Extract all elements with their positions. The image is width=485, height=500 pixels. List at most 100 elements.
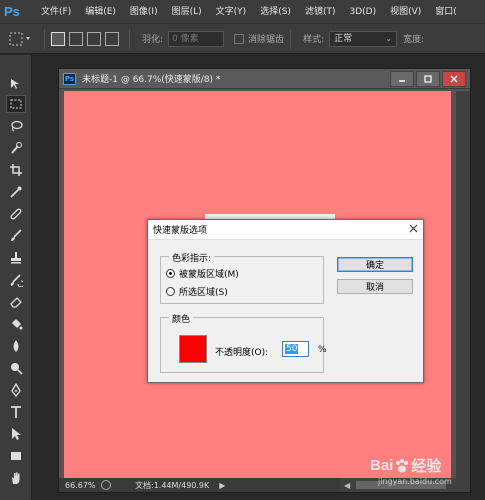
pen-tool[interactable] xyxy=(6,381,26,399)
marquee-tool[interactable] xyxy=(6,95,26,113)
lasso-icon xyxy=(11,120,23,132)
hand-tool[interactable] xyxy=(6,469,26,487)
eraser-tool[interactable] xyxy=(6,293,26,311)
type-tool[interactable] xyxy=(6,403,26,421)
eraser-icon xyxy=(10,297,22,308)
radio-selected-label: 所选区域(S) xyxy=(179,288,228,298)
eyedropper-tool[interactable] xyxy=(6,183,26,201)
style-label: 样式: xyxy=(303,35,325,45)
quick-mask-options-dialog: 快速蒙版选项 色彩指示: 被蒙版区域(M) 所选区域(S) 颜色 不透明度(O)… xyxy=(147,219,424,383)
drop-icon xyxy=(13,340,19,352)
new-selection-button[interactable] xyxy=(51,31,65,46)
radio-masked-areas[interactable]: 被蒙版区域(M) xyxy=(166,267,239,280)
feather-input[interactable]: 0 像素 xyxy=(168,30,225,47)
paint-bucket-icon xyxy=(12,319,23,330)
path-selection-tool[interactable] xyxy=(6,425,26,443)
menu-bar: Ps 文件(F) 编辑(E) 图像(I) 图层(L) 文字(Y) 选择(S) 滤… xyxy=(0,0,485,24)
close-button[interactable] xyxy=(442,71,466,87)
tool-preset-picker[interactable] xyxy=(8,29,38,49)
add-to-selection-button[interactable] xyxy=(69,31,83,46)
opacity-value: 50 xyxy=(285,344,299,354)
radio-masked-label: 被蒙版区域(M) xyxy=(179,270,239,280)
brush-icon xyxy=(11,229,22,241)
divider xyxy=(290,28,292,49)
document-ps-icon: Ps xyxy=(63,72,76,85)
menu-edit[interactable]: 编辑(E) xyxy=(78,0,123,24)
mask-color-swatch[interactable] xyxy=(179,335,207,363)
dialog-titlebar[interactable]: 快速蒙版选项 xyxy=(148,220,423,240)
maximize-icon xyxy=(424,75,432,83)
document-tab[interactable]: Ps 未标题-1 @ 66.7%(快速蒙版/8) * xyxy=(59,69,470,89)
radio-selected-areas[interactable]: 所选区域(S) xyxy=(166,285,228,298)
color-group: 颜色 不透明度(O): 50 % xyxy=(160,312,327,373)
status-menu-arrow-icon[interactable]: ▶ xyxy=(219,481,225,490)
menu-view[interactable]: 视图(V) xyxy=(383,0,428,24)
hand-icon xyxy=(12,472,20,484)
document-title: 未标题-1 @ 66.7%(快速蒙版/8) * xyxy=(82,75,221,85)
divider xyxy=(44,28,45,49)
color-group-label: 颜色 xyxy=(169,312,194,325)
radio-button-selected[interactable] xyxy=(166,269,175,278)
menu-layer[interactable]: 图层(L) xyxy=(165,0,209,24)
brush-tool[interactable] xyxy=(6,227,26,245)
minimize-button[interactable] xyxy=(390,71,414,87)
opacity-input[interactable]: 50 xyxy=(282,341,309,357)
radio-button[interactable] xyxy=(166,287,175,296)
menu-image[interactable]: 图像(I) xyxy=(123,0,165,24)
menu-file[interactable]: 文件(F) xyxy=(34,0,78,24)
scroll-left-arrow-icon[interactable]: ◀ xyxy=(344,481,350,490)
maximize-button[interactable] xyxy=(416,71,440,87)
watermark-url: jingyan.baidu.com xyxy=(378,477,452,486)
ok-button[interactable]: 确定 xyxy=(337,257,413,272)
pen-icon xyxy=(11,383,21,397)
style-select-value: 正常 xyxy=(334,33,353,44)
menu-3d[interactable]: 3D(D) xyxy=(342,0,383,24)
marquee-preset-icon xyxy=(9,32,30,45)
move-icon xyxy=(11,79,19,89)
clone-stamp-tool[interactable] xyxy=(6,249,26,267)
dodge-icon xyxy=(11,363,23,375)
status-info-icon[interactable] xyxy=(101,480,111,490)
cancel-button[interactable]: 取消 xyxy=(337,279,413,294)
opacity-unit: % xyxy=(318,345,327,355)
photoshop-logo: Ps xyxy=(4,4,20,19)
paint-bucket-tool[interactable] xyxy=(6,315,26,333)
feather-label: 羽化: xyxy=(142,35,164,45)
menu-type[interactable]: 文字(Y) xyxy=(209,0,254,24)
rectangle-icon xyxy=(11,452,21,460)
close-icon xyxy=(409,224,417,233)
lasso-tool[interactable] xyxy=(6,117,26,135)
subtract-selection-button[interactable] xyxy=(87,31,101,46)
move-tool[interactable] xyxy=(6,75,26,93)
zoom-level[interactable]: 66.67% xyxy=(59,481,101,490)
type-icon xyxy=(11,406,21,418)
options-bar: 羽化: 0 像素 消除锯齿 样式: 正常 ⌄ 宽度: xyxy=(0,24,485,54)
vertical-scrollbar[interactable] xyxy=(456,91,470,479)
minimize-icon xyxy=(399,80,405,82)
healing-brush-tool[interactable] xyxy=(6,205,26,223)
menu-select[interactable]: 选择(S) xyxy=(253,0,298,24)
close-icon xyxy=(450,75,458,83)
divider xyxy=(129,28,130,49)
path-selection-icon xyxy=(12,428,21,440)
intersect-selection-button[interactable] xyxy=(105,31,119,46)
blur-tool[interactable] xyxy=(6,337,26,355)
dodge-tool[interactable] xyxy=(6,359,26,377)
rectangle-tool[interactable] xyxy=(6,447,26,465)
antialias-checkbox[interactable] xyxy=(234,33,245,44)
paw-icon xyxy=(396,458,409,472)
opacity-label: 不透明度(O): xyxy=(215,348,269,358)
watermark-brand-right: 经验 xyxy=(411,458,442,475)
style-select[interactable]: 正常 ⌄ xyxy=(329,30,398,47)
document-size: 文档:1.44M/490.9K xyxy=(135,480,210,490)
color-indicates-label: 色彩指示: xyxy=(169,251,215,264)
bandage-icon xyxy=(10,208,22,220)
stamp-icon xyxy=(11,252,21,264)
dialog-close-button[interactable] xyxy=(403,223,423,236)
menu-filter[interactable]: 滤镜(T) xyxy=(298,0,343,24)
crop-tool[interactable] xyxy=(6,161,26,179)
history-brush-tool[interactable] xyxy=(6,271,26,289)
quick-selection-tool[interactable] xyxy=(6,139,26,157)
menu-window[interactable]: 窗口( xyxy=(428,0,464,24)
crop-icon xyxy=(10,164,22,176)
